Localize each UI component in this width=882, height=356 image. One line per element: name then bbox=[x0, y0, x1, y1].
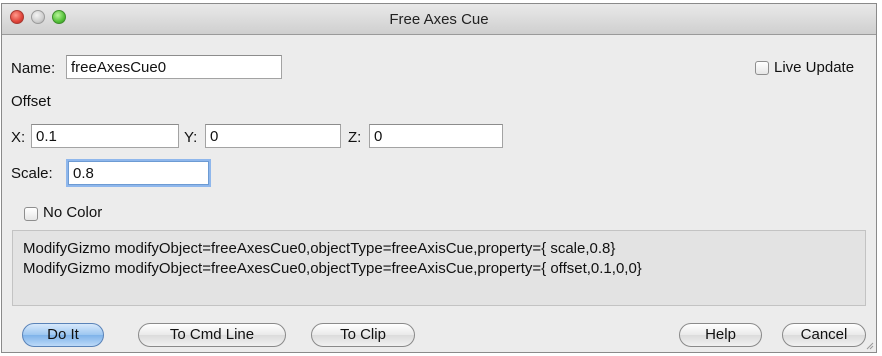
window-title: Free Axes Cue bbox=[389, 11, 489, 28]
offset-z-field[interactable] bbox=[369, 124, 503, 148]
name-label: Name: bbox=[11, 60, 56, 77]
no-color-checkbox[interactable] bbox=[24, 207, 38, 221]
offset-heading: Offset bbox=[11, 93, 51, 110]
scale-field[interactable] bbox=[68, 161, 209, 185]
name-field[interactable] bbox=[66, 55, 282, 79]
to-cmd-line-button[interactable]: To Cmd Line bbox=[138, 323, 286, 347]
command-line: ModifyGizmo modifyObject=freeAxesCue0,ob… bbox=[23, 240, 616, 257]
scale-label: Scale: bbox=[11, 165, 53, 182]
command-output-area[interactable]: ModifyGizmo modifyObject=freeAxesCue0,ob… bbox=[12, 230, 866, 306]
title-bar[interactable]: Free Axes Cue bbox=[2, 4, 876, 35]
offset-x-label: X: bbox=[11, 129, 26, 146]
cancel-button[interactable]: Cancel bbox=[782, 323, 866, 347]
help-button[interactable]: Help bbox=[679, 323, 762, 347]
offset-y-label: Y: bbox=[184, 129, 198, 146]
no-color-label[interactable]: No Color bbox=[43, 204, 102, 221]
offset-z-label: Z: bbox=[348, 129, 362, 146]
offset-y-field[interactable] bbox=[205, 124, 341, 148]
live-update-label[interactable]: Live Update bbox=[774, 59, 854, 76]
command-line: ModifyGizmo modifyObject=freeAxesCue0,ob… bbox=[23, 260, 642, 277]
do-it-button[interactable]: Do It bbox=[22, 323, 104, 347]
resize-grip-icon[interactable] bbox=[864, 340, 874, 350]
live-update-checkbox[interactable] bbox=[755, 61, 769, 75]
dialog-window: Free Axes Cue Name: Live Update Offset X… bbox=[1, 3, 877, 353]
to-clip-button[interactable]: To Clip bbox=[311, 323, 415, 347]
offset-x-field[interactable] bbox=[31, 124, 179, 148]
